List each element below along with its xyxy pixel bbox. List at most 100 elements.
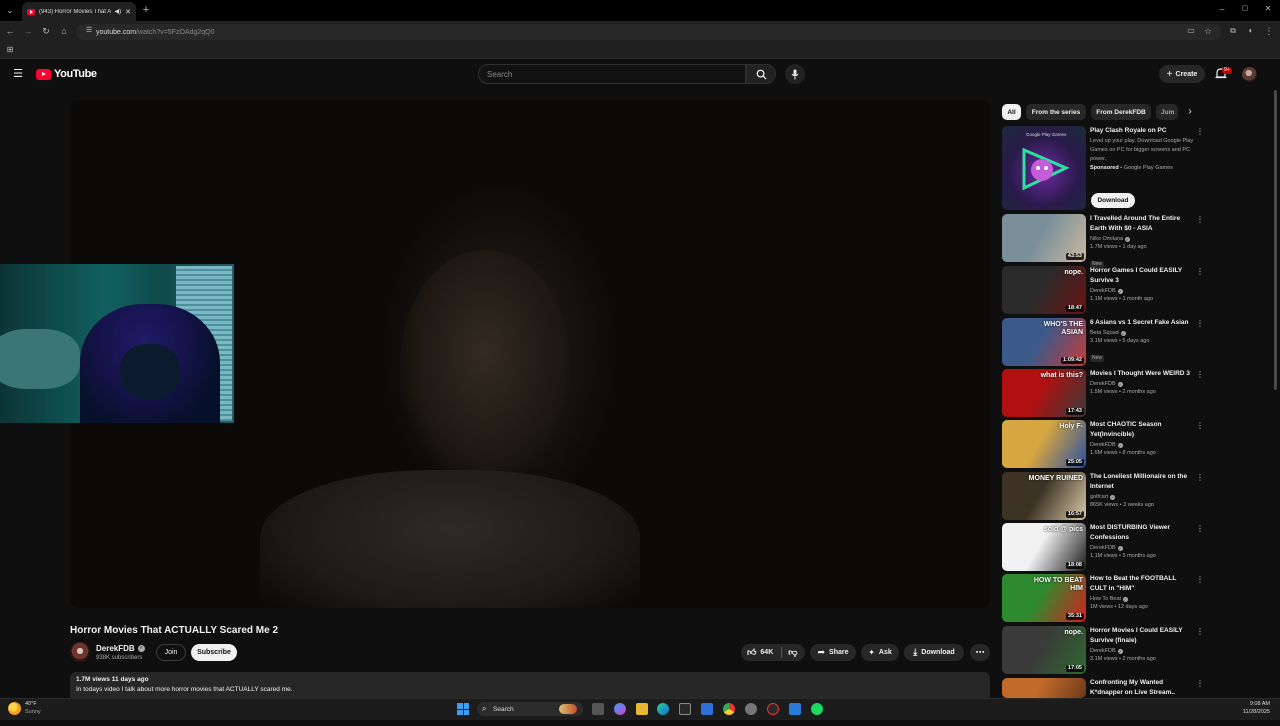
recommendation-item[interactable]: MONEY RUINED 16:57 The Loneliest Millionai… (1002, 472, 1204, 520)
new-tab-icon[interactable]: + (140, 5, 152, 16)
file-explorer-icon[interactable] (636, 703, 648, 715)
site-info-icon[interactable]: ☰ (83, 26, 95, 36)
recommendation-item[interactable]: sold @ pics 18:08 Most DISTURBING Viewer C… (1002, 523, 1204, 571)
search-highlight-icon (559, 704, 577, 714)
copilot-icon[interactable] (614, 703, 626, 715)
thumbs-down-icon[interactable]: 👎︎ (788, 647, 797, 658)
recommendation-channel: How To Beat (1090, 596, 1122, 602)
cast-icon[interactable]: ▭ (1185, 26, 1197, 36)
bookmarks-bar: ⊞ (0, 42, 1280, 59)
search-input[interactable]: Search (478, 64, 746, 84)
verified-check-icon: ✓ (1120, 330, 1126, 336)
recommendation-menu-icon[interactable]: ⋮ (1196, 268, 1204, 276)
profile-icon[interactable]: ◐ (1245, 26, 1257, 36)
edge-icon[interactable] (657, 703, 669, 715)
video-duration: 17:05 (1065, 665, 1084, 672)
extension-icon[interactable]: ⧉ (1227, 26, 1239, 36)
channel-avatar[interactable] (70, 642, 90, 662)
join-button[interactable]: Join (156, 644, 186, 661)
recommendation-item[interactable]: HOW TO BEAT HIM 35:31 How to Beat the FOOT… (1002, 574, 1204, 622)
download-button[interactable]: ⤓ Download (904, 644, 964, 661)
thumbnail-text: nope. (1064, 269, 1083, 276)
search-button[interactable] (746, 64, 776, 84)
recommendation-channel: DerekFDB (1090, 648, 1116, 654)
taskbar-search[interactable]: ⌕ Search (477, 702, 583, 716)
share-button[interactable]: ➦ Share (810, 644, 856, 661)
recommendation-item[interactable]: nope. 18:47 Horror Games I Could EASILY Su… (1002, 266, 1204, 314)
forward-icon[interactable]: → (22, 26, 34, 36)
tab-close-icon[interactable]: ✕ (125, 8, 131, 16)
recommendation-item[interactable]: WHO'S THE ASIAN 1:09:42 6 Asians vs 1 Secr… (1002, 318, 1204, 366)
minimize-icon[interactable]: – (1216, 4, 1228, 14)
recommendation-info: Horror Movies I Could EASILY Survive (fi… (1090, 626, 1194, 664)
settings-gear-icon[interactable] (745, 703, 757, 715)
chevron-right-icon[interactable]: › (1184, 107, 1196, 117)
url-field[interactable]: youtube.com/watch?v=5FzOAdg2qQ0 (76, 24, 1221, 40)
more-actions-button[interactable]: ⋯ (970, 644, 990, 661)
recommendation-menu-icon[interactable]: ⋮ (1196, 320, 1204, 328)
youtube-logo[interactable]: YouTube (36, 68, 97, 80)
spotify-icon[interactable] (811, 703, 823, 715)
app-icon[interactable] (767, 703, 779, 715)
task-view-icon[interactable] (592, 703, 604, 715)
subscribe-button[interactable]: Subscribe (191, 644, 237, 661)
recommendation-info: 6 Asians vs 1 Secret Fake Asian Beta Squa… (1090, 318, 1194, 364)
account-avatar[interactable] (1242, 67, 1257, 82)
recommendation-menu-icon[interactable]: ⋮ (1196, 576, 1204, 584)
reload-icon[interactable]: ↻ (40, 26, 52, 36)
recommendation-menu-icon[interactable]: ⋮ (1196, 371, 1204, 379)
scrollbar-thumb[interactable] (1274, 90, 1277, 390)
recommendation-item[interactable]: Holy F- 25:05 Most CHAOTIC Season Yet(Invi… (1002, 420, 1204, 468)
like-button[interactable]: 👍︎ 64K (747, 647, 773, 658)
weather-sun-icon[interactable] (8, 702, 21, 715)
apps-grid-icon[interactable]: ⊞ (4, 45, 16, 55)
video-thumbnail: WHO'S THE ASIAN 1:09:42 (1002, 318, 1086, 366)
recommendation-menu-icon[interactable]: ⋮ (1196, 422, 1204, 430)
recommendation-item[interactable]: 43:53 I Travelled Around The Entire Earth… (1002, 214, 1204, 268)
recommendation-item[interactable]: what is this? 17:43 Movies I Thought Were … (1002, 369, 1204, 417)
recommendation-item[interactable]: nope. 17:05 Horror Movies I Could EASILY S… (1002, 626, 1204, 674)
ad-thumbnail: Google Play Games (1002, 126, 1086, 210)
chrome-icon[interactable] (723, 703, 735, 715)
recommendation-channel-row: DerekFDB ✓ (1090, 441, 1194, 449)
video-title: Horror Movies That ACTUALLY Scared Me 2 (70, 625, 279, 636)
home-icon[interactable]: ⌂ (58, 26, 70, 36)
browser-tab-active[interactable]: (943) Horror Movies That A ◀) ✕ (22, 2, 136, 21)
back-icon[interactable]: ← (4, 26, 16, 36)
ad-menu-icon[interactable]: ⋮ (1196, 128, 1204, 136)
channel-name-row[interactable]: DerekFDB ✓ (96, 644, 145, 653)
windows-start-icon[interactable] (457, 703, 469, 715)
tab-search-icon[interactable]: ⌄ (4, 5, 16, 15)
recommendation-menu-icon[interactable]: ⋮ (1196, 525, 1204, 533)
chip-from-the-series[interactable]: From the series (1026, 104, 1086, 120)
recommendation-menu-icon[interactable]: ⋮ (1196, 628, 1204, 636)
maximize-icon[interactable]: ▢ (1239, 4, 1251, 14)
window-close-icon[interactable]: ✕ (1262, 4, 1274, 14)
weather-widget[interactable]: 40°F Sunny (25, 700, 41, 716)
chip-from-derekfdb[interactable]: From DerekFDB (1091, 104, 1151, 120)
recommendation-menu-icon[interactable]: ⋮ (1196, 216, 1204, 224)
microphone-icon (791, 69, 799, 79)
chip-partial[interactable]: Jum (1156, 104, 1178, 120)
more-horizontal-icon: ⋯ (975, 647, 985, 657)
mail-icon[interactable] (701, 703, 713, 715)
video-duration: 25:05 (1065, 459, 1084, 466)
recommendation-views: 3.1M views • 5 days ago (1090, 338, 1150, 344)
chip-all[interactable]: All (1002, 104, 1021, 120)
ad-download-button[interactable]: Download (1091, 193, 1135, 208)
bookmark-star-icon[interactable]: ☆ (1202, 26, 1214, 36)
system-clock[interactable]: 9:08 AM 11/28/2025 (1243, 700, 1270, 716)
share-label: Share (829, 649, 849, 656)
create-button[interactable]: + Create (1159, 65, 1205, 83)
recommendation-views: 865K views • 3 weeks ago (1090, 502, 1154, 508)
hamburger-menu-icon[interactable]: ☰ (12, 69, 24, 80)
browser-menu-icon[interactable]: ⋮ (1263, 26, 1275, 36)
voice-search-button[interactable] (785, 64, 805, 84)
recommendation-menu-icon[interactable]: ⋮ (1196, 680, 1204, 688)
recommendation-menu-icon[interactable]: ⋮ (1196, 474, 1204, 482)
ask-button[interactable]: ✦ Ask (861, 644, 899, 661)
store-icon[interactable] (679, 703, 691, 715)
photos-icon[interactable] (789, 703, 801, 715)
recommendation-views: 1.7M views • 1 day ago (1090, 244, 1147, 250)
speaker-icon[interactable]: ◀) (115, 8, 122, 15)
